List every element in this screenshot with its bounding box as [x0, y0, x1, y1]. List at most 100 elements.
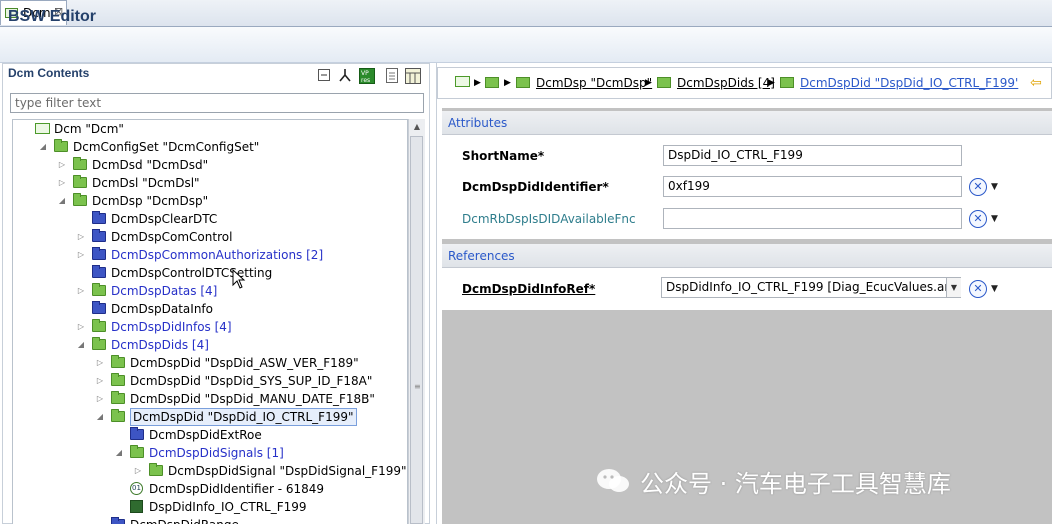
tree-row-label: DcmDspDid "DspDid_ASW_VER_F189" — [130, 356, 359, 370]
expanded-icon[interactable]: ◢ — [38, 138, 48, 156]
tree-row[interactable]: DcmDspControlDTCSetting — [13, 264, 407, 282]
folder-icon — [780, 77, 794, 88]
vp-res-icon[interactable]: VP res — [359, 68, 375, 84]
tree-row[interactable]: ◢ DcmDspDidSignals [1] — [13, 444, 407, 462]
collapsed-icon[interactable]: ▷ — [95, 390, 105, 408]
tree-row[interactable]: DcmDspDidExtRoe — [13, 426, 407, 444]
folder-icon — [111, 373, 125, 386]
collapsed-icon[interactable]: ▷ — [57, 174, 67, 192]
tree-row[interactable]: ◢ DcmDsp "DcmDsp" — [13, 192, 407, 210]
attributes-header[interactable]: Attributes — [442, 111, 1052, 135]
tree-row[interactable]: ▷ DcmDsd "DcmDsd" — [13, 156, 407, 174]
collapsed-icon[interactable]: ▷ — [57, 156, 67, 174]
chevron-down-icon[interactable]: ▼ — [991, 210, 998, 228]
wechat-logo-icon — [596, 468, 630, 494]
tree-row-label: DcmDspDids [4] — [111, 338, 209, 352]
tree-row[interactable]: ▷ DcmDspDatas [4] — [13, 282, 407, 300]
tree-row-label: DcmDspClearDTC — [111, 212, 218, 226]
tree-row-label: DcmDspDidInfos [4] — [111, 320, 232, 334]
tree-row[interactable]: DcmDspDidRange — [13, 516, 407, 524]
shortname-label: ShortName* — [462, 149, 545, 163]
collapsed-icon[interactable]: ▷ — [76, 282, 86, 300]
tree-row-label: DcmDspDidExtRoe — [149, 428, 262, 442]
tree-row[interactable]: ▷ DcmDspComControl — [13, 228, 407, 246]
folder-icon — [149, 463, 163, 476]
combo-chevron-down-icon[interactable]: ▼ — [946, 278, 961, 297]
folder-icon — [130, 445, 144, 458]
did-info-ref-label[interactable]: DcmDspDidInfoRef* — [462, 282, 595, 296]
expanded-icon[interactable]: ◢ — [114, 444, 124, 462]
expanded-icon[interactable]: ◢ — [76, 336, 86, 354]
back-arrow-icon[interactable]: ⇦ — [1030, 74, 1042, 92]
tree-row[interactable]: ▷ DcmDspDid "DspDid_SYS_SUP_ID_F18A" — [13, 372, 407, 390]
tree-row[interactable]: ▷ DcmDspDid "DspDid_ASW_VER_F189" — [13, 354, 407, 372]
tree-row[interactable]: ▷ DcmDsl "DcmDsl" — [13, 174, 407, 192]
module-icon[interactable] — [455, 76, 470, 87]
tree-row-label: DcmDspDataInfo — [111, 302, 213, 316]
did-info-ref-combo[interactable]: DspDidInfo_IO_CTRL_F199 [Diag_EcucValues… — [661, 277, 961, 298]
did-identifier-field[interactable]: 0xf199 — [663, 176, 962, 197]
tree-row-label: DcmDsp "DcmDsp" — [92, 194, 209, 208]
folder-icon[interactable] — [485, 77, 499, 88]
tree-row[interactable]: ▷ DcmDspDid "DspDid_MANU_DATE_F18B" — [13, 390, 407, 408]
references-header[interactable]: References — [442, 244, 1052, 268]
tree-row[interactable]: DspDidInfo_IO_CTRL_F199 — [13, 498, 407, 516]
folder-icon — [111, 355, 125, 368]
folder-icon — [92, 319, 106, 332]
folder-icon — [54, 139, 68, 152]
scroll-up-icon[interactable]: ▲ — [409, 119, 425, 135]
folder-icon — [92, 337, 106, 350]
function-icon[interactable]: ✕ — [969, 210, 987, 228]
collapsed-icon[interactable]: ▷ — [76, 246, 86, 264]
tree-row[interactable]: ▷ DcmDspDidInfos [4] — [13, 318, 407, 336]
tree-row-label: DcmDspDid "DspDid_SYS_SUP_ID_F18A" — [130, 374, 373, 388]
chevron-right-icon[interactable]: ▶ — [474, 74, 481, 92]
layout-icon[interactable] — [405, 68, 421, 84]
scroll-thumb[interactable]: ≡ — [410, 136, 423, 524]
tree-row[interactable]: Dcm "Dcm" — [13, 120, 407, 138]
document-icon[interactable] — [384, 68, 400, 84]
tree-row[interactable]: 01 DcmDspDidIdentifier - 61849 — [13, 480, 407, 498]
editor-tab-strip — [0, 0, 1052, 27]
tree-row[interactable]: ▷ DcmDspDidSignal "DspDidSignal_F199" — [13, 462, 407, 480]
watermark-text: 公众号 · 汽车电子工具智慧库 — [640, 470, 951, 498]
collapsed-icon[interactable]: ▷ — [95, 354, 105, 372]
tree-row-label: DcmDsl "DcmDsl" — [92, 176, 200, 190]
tree-row-label: DspDidInfo_IO_CTRL_F199 — [149, 500, 307, 514]
editor-header — [0, 27, 1052, 63]
container-icon — [92, 247, 106, 260]
tree-row-label: DcmDspDid "DspDid_IO_CTRL_F199" — [130, 408, 357, 426]
tree-scrollbar[interactable]: ▲ ≡ — [408, 119, 425, 524]
tree-row-label: Dcm "Dcm" — [54, 122, 124, 136]
chevron-down-icon[interactable]: ▼ — [991, 280, 998, 298]
chevron-right-icon[interactable]: ▶ — [645, 74, 652, 92]
did-available-fnc-field[interactable] — [663, 208, 962, 229]
collapsed-icon[interactable]: ▷ — [76, 228, 86, 246]
tree-row-label: DcmConfigSet "DcmConfigSet" — [73, 140, 260, 154]
link-icon[interactable] — [337, 68, 353, 84]
did-available-fnc-label: DcmRbDspIsDIDAvailableFnc — [462, 212, 636, 226]
shortname-field[interactable]: DspDid_IO_CTRL_F199 — [663, 145, 962, 166]
collapsed-icon[interactable]: ▷ — [95, 372, 105, 390]
tree-row[interactable]: ◢ DcmDspDids [4] — [13, 336, 407, 354]
tree-row[interactable]: DcmDspClearDTC — [13, 210, 407, 228]
folder-icon — [92, 283, 106, 296]
expanded-icon[interactable]: ◢ — [95, 408, 105, 426]
tree-row[interactable]: ◢ DcmDspDid "DspDid_IO_CTRL_F199" — [13, 408, 407, 426]
collapsed-icon[interactable]: ▷ — [76, 318, 86, 336]
tree-row-label: DcmDspDatas [4] — [111, 284, 218, 298]
tree-row[interactable]: DcmDspDataInfo — [13, 300, 407, 318]
expanded-icon[interactable]: ◢ — [57, 192, 67, 210]
did-identifier-label: DcmDspDidIdentifier* — [462, 180, 609, 194]
collapsed-icon[interactable]: ▷ — [133, 462, 143, 480]
tree-row[interactable]: ◢ DcmConfigSet "DcmConfigSet" — [13, 138, 407, 156]
tree-row-label: DcmDspComControl — [111, 230, 233, 244]
chevron-right-icon[interactable]: ▶ — [504, 74, 511, 92]
function-icon[interactable]: ✕ — [969, 280, 987, 298]
chevron-right-icon[interactable]: ▶ — [768, 74, 775, 92]
chevron-down-icon[interactable]: ▼ — [991, 178, 998, 196]
filter-input[interactable] — [10, 93, 424, 113]
collapse-all-icon[interactable] — [316, 68, 332, 84]
tree-row[interactable]: ▷ DcmDspCommonAuthorizations [2] — [13, 246, 407, 264]
function-icon[interactable]: ✕ — [969, 178, 987, 196]
